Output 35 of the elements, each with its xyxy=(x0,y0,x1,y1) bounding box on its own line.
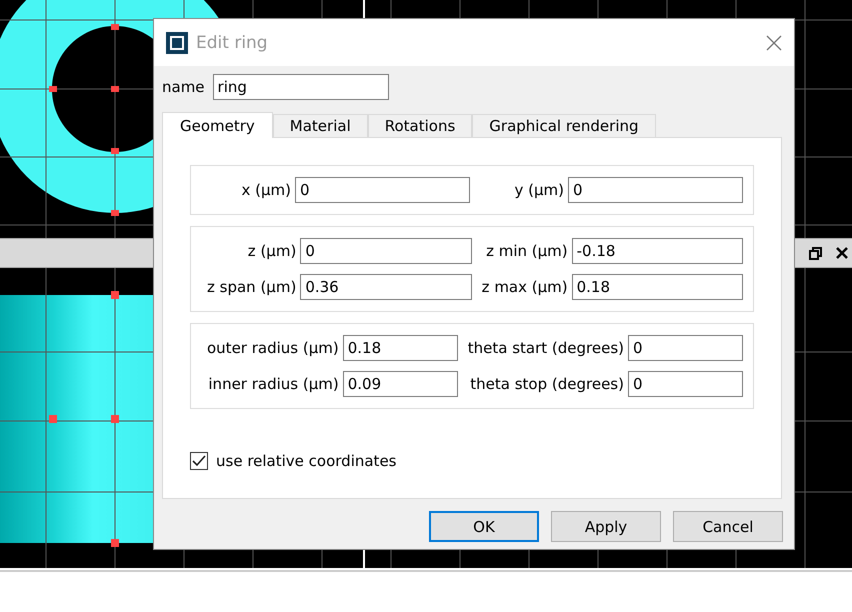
field-label: inner radius (µm) xyxy=(207,375,339,393)
field-label: z span (µm) xyxy=(206,278,296,296)
input-field[interactable]: -0.18 xyxy=(572,238,743,264)
restore-icon[interactable] xyxy=(809,246,822,260)
app-icon xyxy=(166,32,188,54)
input-field[interactable]: 0.36 xyxy=(300,274,472,300)
input-field[interactable]: 0.09 xyxy=(342,371,458,397)
field-label: name xyxy=(162,78,205,96)
window-title: Edit ring xyxy=(196,32,269,52)
input-field[interactable]: 0 xyxy=(628,335,743,361)
dialog-button[interactable]: Apply xyxy=(551,511,661,542)
field-label: z (µm) xyxy=(246,242,296,260)
checkbox[interactable] xyxy=(190,452,208,470)
field-label: y (µm) xyxy=(513,181,564,199)
tab[interactable]: Graphical rendering xyxy=(472,114,656,137)
field-label: z min (µm) xyxy=(485,242,568,260)
field-label: theta stop (degrees) xyxy=(469,375,624,393)
input-field[interactable]: 0.18 xyxy=(572,274,743,300)
field-label: x (µm) xyxy=(240,181,291,199)
input-field[interactable]: 0 xyxy=(628,371,743,397)
input-field[interactable]: 0 xyxy=(568,177,743,203)
name-field[interactable]: ring xyxy=(212,74,389,100)
dialog-button[interactable]: Cancel xyxy=(673,511,783,542)
tab[interactable]: Material xyxy=(272,114,368,137)
tab[interactable]: Rotations xyxy=(368,114,472,137)
close-icon[interactable] xyxy=(836,247,848,259)
checkbox-label: use relative coordinates xyxy=(216,452,396,470)
input-field[interactable]: 0 xyxy=(295,177,470,203)
field-label: outer radius (µm) xyxy=(206,339,339,357)
field-label: z max (µm) xyxy=(480,278,568,296)
tab[interactable]: Geometry xyxy=(162,112,273,138)
input-field[interactable]: 0.18 xyxy=(342,335,458,361)
field-label: theta start (degrees) xyxy=(466,339,624,357)
input-field[interactable]: 0 xyxy=(300,238,472,264)
dialog-button[interactable]: OK xyxy=(429,511,539,542)
